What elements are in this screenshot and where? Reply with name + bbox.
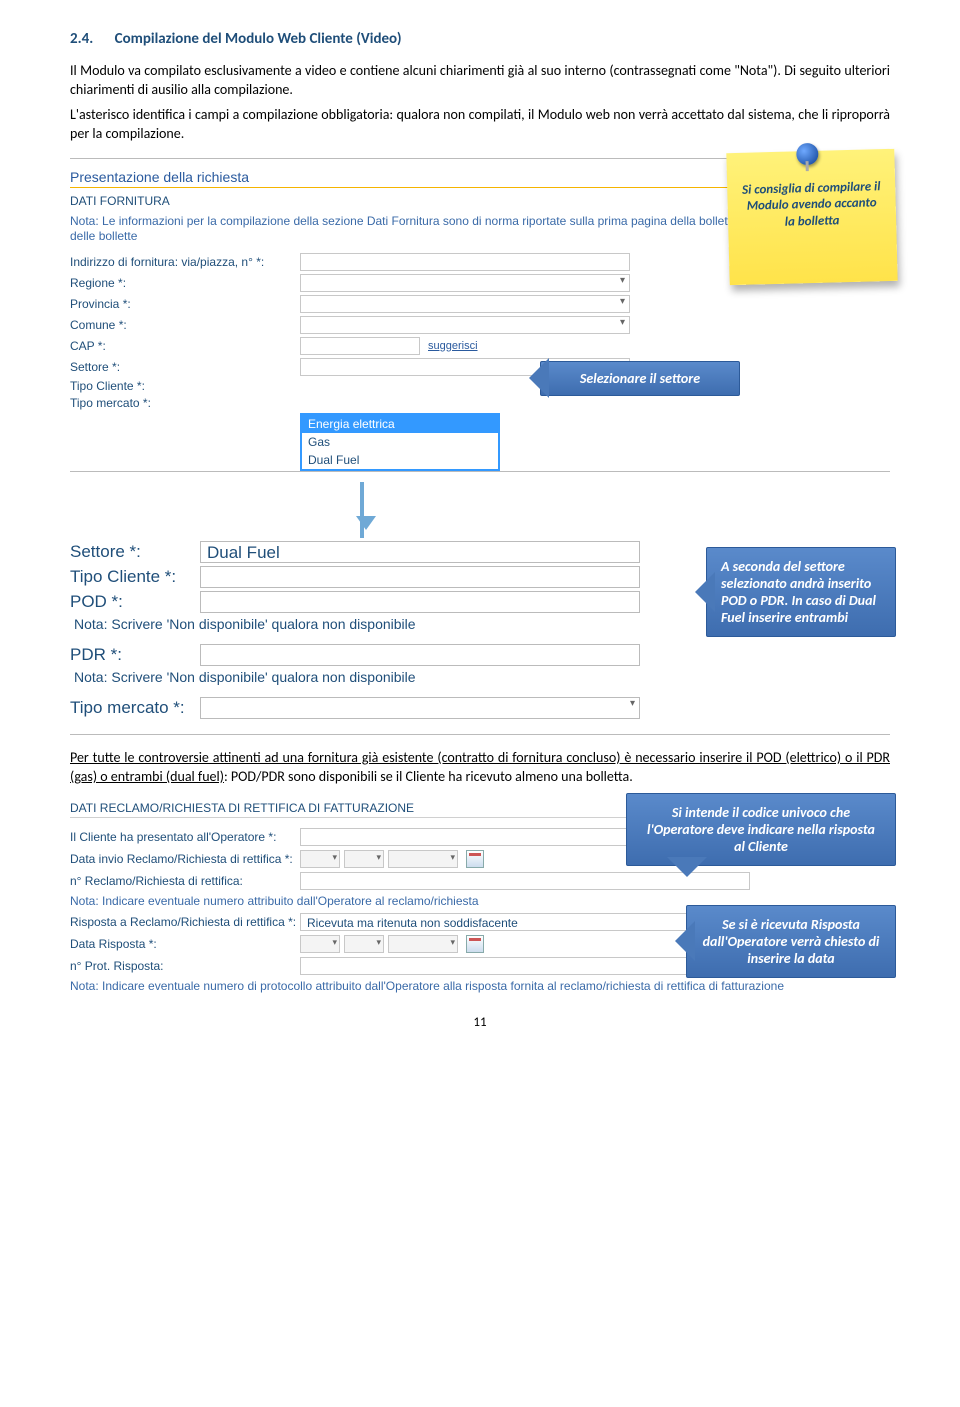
input2-pdr[interactable] — [200, 644, 640, 666]
input-cap[interactable] — [300, 337, 420, 355]
date-risposta-day[interactable] — [300, 935, 340, 953]
callout-pod-pdr: A seconda del settore selezionato andrà … — [706, 547, 896, 637]
intro-paragraph-2: L'asterisco identifica i campi a compila… — [70, 106, 890, 144]
note-pdr: Nota: Scrivere 'Non disponibile' qualora… — [74, 669, 416, 685]
opt-energia[interactable]: Energia elettrica — [302, 415, 498, 433]
input-indirizzo[interactable] — [300, 253, 630, 271]
suggerisci-link[interactable]: suggerisci — [428, 340, 478, 352]
select2-tipo-mercato[interactable] — [200, 697, 640, 719]
label2-pod: POD *: — [70, 592, 200, 612]
section-heading: 2.4. Compilazione del Modulo Web Cliente… — [70, 30, 890, 48]
label-settore: Settore *: — [70, 360, 300, 374]
arrow-down-icon — [360, 482, 364, 538]
nota3-2: Nota: Indicare eventuale numero di proto… — [70, 979, 784, 995]
label-cap: CAP *: — [70, 339, 300, 353]
heading-number: 2.4. — [70, 30, 93, 48]
callout1-text: Selezionare il settore — [580, 370, 700, 387]
label3-num-prot: n° Prot. Risposta: — [70, 959, 300, 973]
opt-gas[interactable]: Gas — [302, 433, 498, 451]
nota3-1: Nota: Indicare eventuale numero attribui… — [70, 894, 479, 910]
date-risposta-year[interactable] — [388, 935, 458, 953]
settore-dropdown-open[interactable]: Energia elettrica Gas Dual Fuel — [300, 413, 500, 471]
select-regione[interactable] — [300, 274, 630, 292]
calendar-icon-2[interactable] — [466, 935, 484, 953]
date-risposta-group — [300, 935, 484, 953]
label-tipo-cliente: Tipo Cliente *: — [70, 379, 300, 393]
label2-pdr: PDR *: — [70, 645, 200, 665]
date-invio-year[interactable] — [388, 850, 458, 868]
date-invio-group — [300, 850, 484, 868]
label3-num-reclamo: n° Reclamo/Richiesta di rettifica: — [70, 874, 300, 888]
date-invio-month[interactable] — [344, 850, 384, 868]
label-comune: Comune *: — [70, 318, 300, 332]
form-dati-reclamo: DATI RECLAMO/RICHIESTA DI RETTIFICA DI F… — [70, 797, 890, 995]
callout4-text: Se si è ricevuta Risposta dall'Operatore… — [703, 916, 880, 967]
select-provincia[interactable] — [300, 295, 630, 313]
page-number: 11 — [70, 1015, 890, 1030]
label2-tipo-cliente: Tipo Cliente *: — [70, 567, 200, 587]
form-settore-expanded: Settore *:Dual Fuel Tipo Cliente *: POD … — [70, 541, 890, 735]
label3-presentato: Il Cliente ha presentato all'Operatore *… — [70, 830, 300, 844]
label2-tipo-mercato: Tipo mercato *: — [70, 698, 200, 718]
callout-selezionare-settore: Selezionare il settore — [540, 361, 740, 396]
heading-title: Compilazione del Modulo Web Cliente (Vid… — [115, 30, 402, 48]
sticky-text: Si consiglia di compilare il Modulo aven… — [742, 179, 881, 229]
note-pod: Nota: Scrivere 'Non disponibile' qualora… — [74, 616, 416, 632]
callout-data-risposta: Se si è ricevuta Risposta dall'Operatore… — [686, 905, 896, 978]
underlined-paragraph: Per tutte le controversie attinenti ad u… — [70, 749, 890, 787]
select-comune[interactable] — [300, 316, 630, 334]
date-invio-day[interactable] — [300, 850, 340, 868]
calendar-icon[interactable] — [466, 850, 484, 868]
input2-tipo-cliente[interactable] — [200, 566, 640, 588]
label-regione: Regione *: — [70, 276, 300, 290]
para3-tail: : POD/PDR sono disponibili se il Cliente… — [224, 768, 633, 785]
label-tipo-mercato: Tipo mercato *: — [70, 396, 300, 410]
value-settore-dualfuel[interactable]: Dual Fuel — [200, 541, 640, 563]
date-risposta-month[interactable] — [344, 935, 384, 953]
label-indirizzo: Indirizzo di fornitura: via/piazza, n° *… — [70, 255, 300, 269]
label2-settore: Settore *: — [70, 542, 200, 562]
label-provincia: Provincia *: — [70, 297, 300, 311]
form-dati-fornitura: Si consiglia di compilare il Modulo aven… — [70, 158, 890, 472]
callout-codice-univoco: Si intende il codice univoco che l'Opera… — [626, 793, 896, 866]
callout2-text: A seconda del settore selezionato andrà … — [721, 558, 876, 626]
intro-paragraph-1: Il Modulo va compilato esclusivamente a … — [70, 62, 890, 100]
label3-data-invio: Data invio Reclamo/Richiesta di rettific… — [70, 852, 300, 866]
label3-data-risposta: Data Risposta *: — [70, 937, 300, 951]
opt-dualfuel[interactable]: Dual Fuel — [302, 451, 498, 469]
input2-pod[interactable] — [200, 591, 640, 613]
label3-risposta: Risposta a Reclamo/Richiesta di rettific… — [70, 915, 300, 929]
callout3-text: Si intende il codice univoco che l'Opera… — [647, 804, 875, 855]
sticky-note: Si consiglia di compilare il Modulo aven… — [726, 148, 897, 284]
pin-icon — [796, 142, 819, 165]
